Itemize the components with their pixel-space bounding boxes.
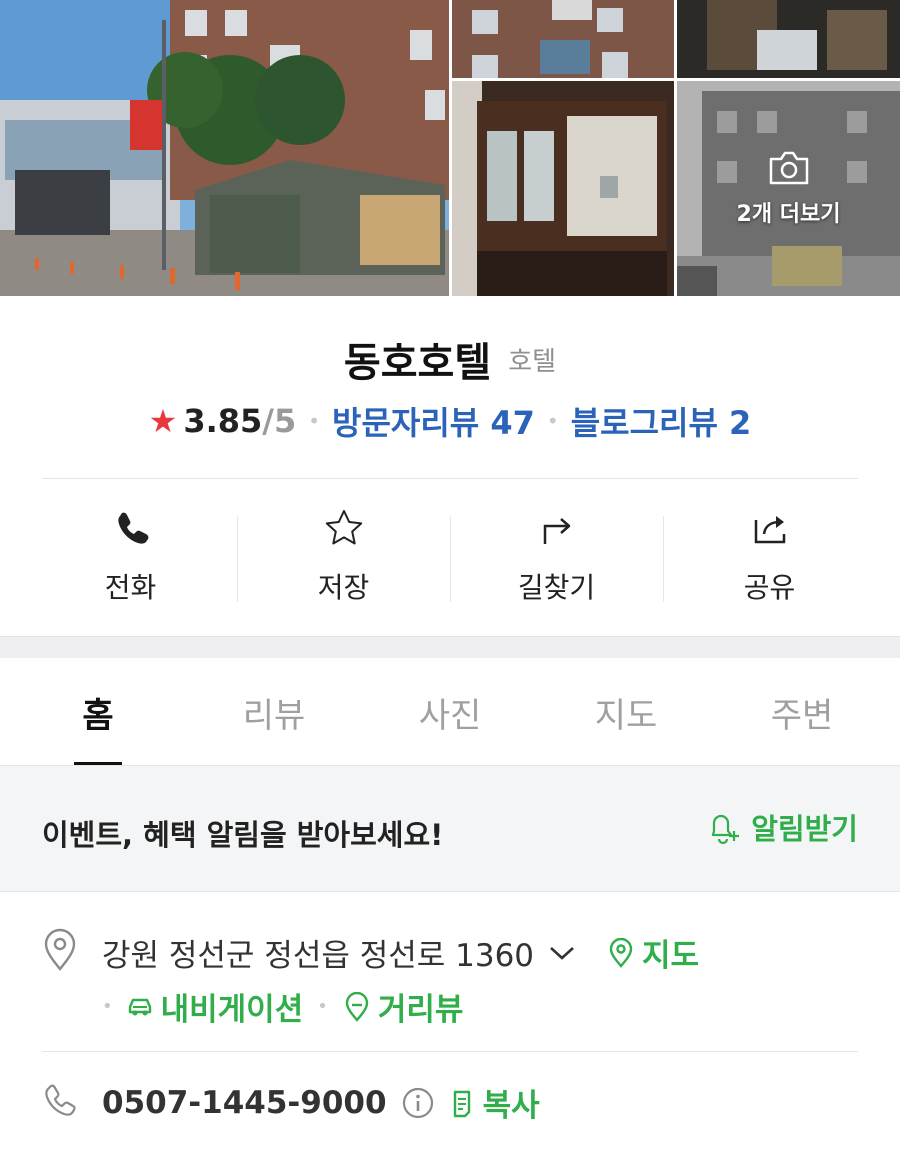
share-icon bbox=[754, 516, 785, 544]
main-photo[interactable] bbox=[0, 0, 449, 296]
rating-score: 3.85 bbox=[183, 402, 263, 440]
notification-banner: 이벤트, 혜택 알림을 받아보세요! 알림받기 bbox=[0, 766, 900, 892]
phone-row: 0507-1445-9000 복사 bbox=[42, 1080, 858, 1124]
streetview-pin-icon bbox=[345, 991, 369, 1022]
divider bbox=[42, 1051, 858, 1052]
phone-icon bbox=[45, 1084, 76, 1116]
tab-reviews[interactable]: 리뷰 bbox=[186, 658, 362, 766]
blog-reviews-link[interactable]: 블로그리뷰 2 bbox=[571, 398, 752, 444]
visitor-reviews-link[interactable]: 방문자리뷰 47 bbox=[332, 398, 535, 444]
address-text: 강원 정선군 정선읍 정선로 1360 bbox=[102, 938, 535, 974]
address-line: 강원 정선군 정선읍 정선로 1360 지도 bbox=[102, 930, 699, 975]
save-label: 저장 bbox=[317, 571, 370, 604]
photo-gallery: 2개 더보기 bbox=[0, 0, 900, 296]
call-button[interactable]: 전화 bbox=[24, 498, 237, 616]
bell-plus-icon bbox=[712, 814, 740, 845]
copy-phone-button[interactable]: 복사 bbox=[447, 1080, 540, 1125]
place-name: 동호호텔 bbox=[343, 340, 492, 386]
action-bar: 전화 저장 길찾기 공유 bbox=[24, 498, 876, 616]
phone-icon bbox=[117, 512, 148, 544]
map-link-label: 지도 bbox=[642, 938, 700, 974]
divider bbox=[42, 478, 858, 479]
tab-map[interactable]: 지도 bbox=[538, 658, 714, 766]
save-button[interactable]: 저장 bbox=[237, 498, 450, 616]
address-sub-links: • 내비게이션 • 거리뷰 bbox=[102, 984, 463, 1029]
photo-thumbnail[interactable] bbox=[677, 0, 900, 78]
star-icon: ★ bbox=[148, 402, 178, 440]
photo-thumbnail[interactable] bbox=[452, 0, 674, 78]
tab-photos[interactable]: 사진 bbox=[362, 658, 538, 766]
place-title-row: 동호호텔 호텔 bbox=[0, 330, 900, 388]
navigation-link[interactable]: 내비게이션 bbox=[125, 984, 304, 1029]
info-icon[interactable] bbox=[401, 1086, 435, 1120]
more-photos-button[interactable]: 2개 더보기 bbox=[677, 81, 900, 296]
copy-icon bbox=[453, 1090, 470, 1117]
place-category: 호텔 bbox=[508, 346, 557, 377]
streetview-link[interactable]: 거리뷰 bbox=[342, 984, 464, 1029]
phone-number[interactable]: 0507-1445-9000 bbox=[102, 1085, 387, 1121]
tab-nearby[interactable]: 주변 bbox=[714, 658, 890, 766]
more-photos-label: 2개 더보기 bbox=[736, 201, 841, 227]
rating-row: ★ 3.85 /5 • 방문자리뷰 47 • 블로그리뷰 2 bbox=[0, 398, 900, 444]
directions-button[interactable]: 길찾기 bbox=[450, 498, 663, 616]
tab-bar: 홈 리뷰 사진 지도 주변 bbox=[10, 658, 890, 766]
separator-dot: • bbox=[102, 996, 113, 1017]
map-link[interactable]: 지도 bbox=[606, 930, 699, 975]
phone-line: 0507-1445-9000 복사 bbox=[102, 1080, 540, 1125]
star-outline-icon bbox=[325, 510, 362, 545]
photo-thumbnail[interactable] bbox=[452, 81, 674, 296]
separator-dot: • bbox=[317, 996, 328, 1017]
camera-icon bbox=[769, 151, 808, 184]
subscribe-alerts-button[interactable]: 알림받기 bbox=[705, 806, 858, 848]
section-gap bbox=[0, 636, 900, 658]
copy-label: 복사 bbox=[482, 1088, 540, 1124]
location-pin-icon bbox=[609, 937, 633, 968]
separator-dot: • bbox=[546, 409, 559, 433]
directions-icon bbox=[543, 518, 570, 544]
separator-dot: • bbox=[308, 409, 321, 433]
share-button[interactable]: 공유 bbox=[663, 498, 876, 616]
banner-text: 이벤트, 혜택 알림을 받아보세요! bbox=[42, 818, 444, 852]
call-label: 전화 bbox=[104, 571, 157, 604]
tab-home[interactable]: 홈 bbox=[10, 658, 186, 766]
streetview-link-label: 거리뷰 bbox=[377, 992, 464, 1028]
photo-more-thumbnail[interactable]: 2개 더보기 bbox=[677, 81, 900, 296]
chevron-down-icon[interactable] bbox=[548, 943, 576, 963]
navigation-link-label: 내비게이션 bbox=[160, 992, 304, 1028]
subscribe-alerts-label: 알림받기 bbox=[751, 812, 858, 846]
directions-label: 길찾기 bbox=[517, 571, 596, 604]
location-pin-icon bbox=[44, 928, 76, 971]
rating-max: /5 bbox=[262, 402, 297, 440]
share-label: 공유 bbox=[743, 571, 796, 604]
car-icon bbox=[128, 998, 151, 1015]
